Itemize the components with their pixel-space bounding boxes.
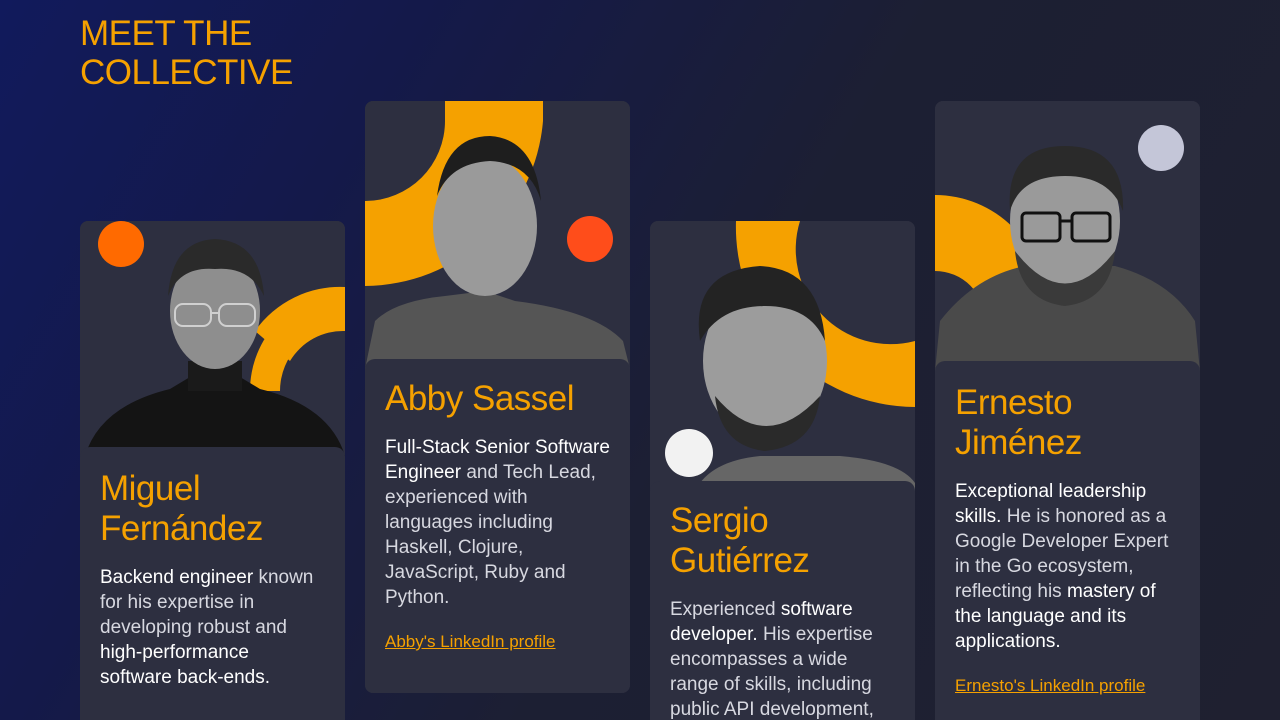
desc-text: Experienced	[670, 599, 781, 620]
member-info-miguel: Miguel Fernández Backend engineer known …	[80, 447, 345, 720]
section-title-line2: COLLECTIVE	[80, 53, 293, 92]
desc-text: and Tech Lead, experienced with language…	[385, 462, 596, 608]
desc-bold: high-performance software back-ends.	[100, 642, 271, 688]
linkedin-link-ernesto[interactable]: Ernesto's LinkedIn profile	[955, 676, 1145, 696]
member-name-line2: Jiménez	[955, 423, 1082, 462]
member-card-abby: Abby Sassel Full-Stack Senior Software E…	[365, 101, 630, 693]
member-description: Experienced software developer. His expe…	[670, 597, 895, 720]
member-photo-miguel	[80, 221, 345, 456]
member-name-line1: Miguel	[100, 469, 201, 508]
member-name: Miguel Fernández	[100, 469, 325, 549]
member-name-line2: Fernández	[100, 509, 263, 548]
section-title-line1: MEET THE	[80, 14, 252, 53]
white-dot-decoration	[665, 429, 713, 477]
member-info-ernesto: Ernesto Jiménez Exceptional leadership s…	[935, 361, 1200, 720]
member-card-miguel: Miguel Fernández Backend engineer known …	[80, 221, 345, 720]
member-description: Full-Stack Senior Software Engineer and …	[385, 435, 610, 610]
member-info-sergio: Sergio Gutiérrez Experienced software de…	[650, 481, 915, 720]
member-photo-sergio	[650, 221, 915, 491]
member-name-line1: Abby Sassel	[385, 379, 575, 418]
linkedin-link-abby[interactable]: Abby's LinkedIn profile	[385, 632, 556, 652]
orange-dot-decoration	[98, 221, 144, 267]
section-title: MEET THE COLLECTIVE	[80, 14, 293, 92]
member-description: Exceptional leadership skills. He is hon…	[955, 479, 1180, 654]
member-photo-abby	[365, 101, 630, 369]
member-name: Abby Sassel	[385, 379, 610, 419]
member-name: Sergio Gutiérrez	[670, 501, 895, 581]
grey-dot-decoration	[1138, 125, 1184, 171]
member-description: Backend engineer known for his expertise…	[100, 565, 325, 690]
member-card-ernesto: Ernesto Jiménez Exceptional leadership s…	[935, 101, 1200, 720]
member-name-line1: Sergio	[670, 501, 769, 540]
member-info-abby: Abby Sassel Full-Stack Senior Software E…	[365, 359, 630, 693]
desc-bold: Backend engineer	[100, 567, 254, 588]
member-name-line2: Gutiérrez	[670, 541, 810, 580]
member-name-line1: Ernesto	[955, 383, 1073, 422]
member-photo-ernesto	[935, 101, 1200, 371]
member-card-sergio: Sergio Gutiérrez Experienced software de…	[650, 221, 915, 720]
member-name: Ernesto Jiménez	[955, 383, 1180, 463]
red-orange-dot-decoration	[567, 216, 613, 262]
